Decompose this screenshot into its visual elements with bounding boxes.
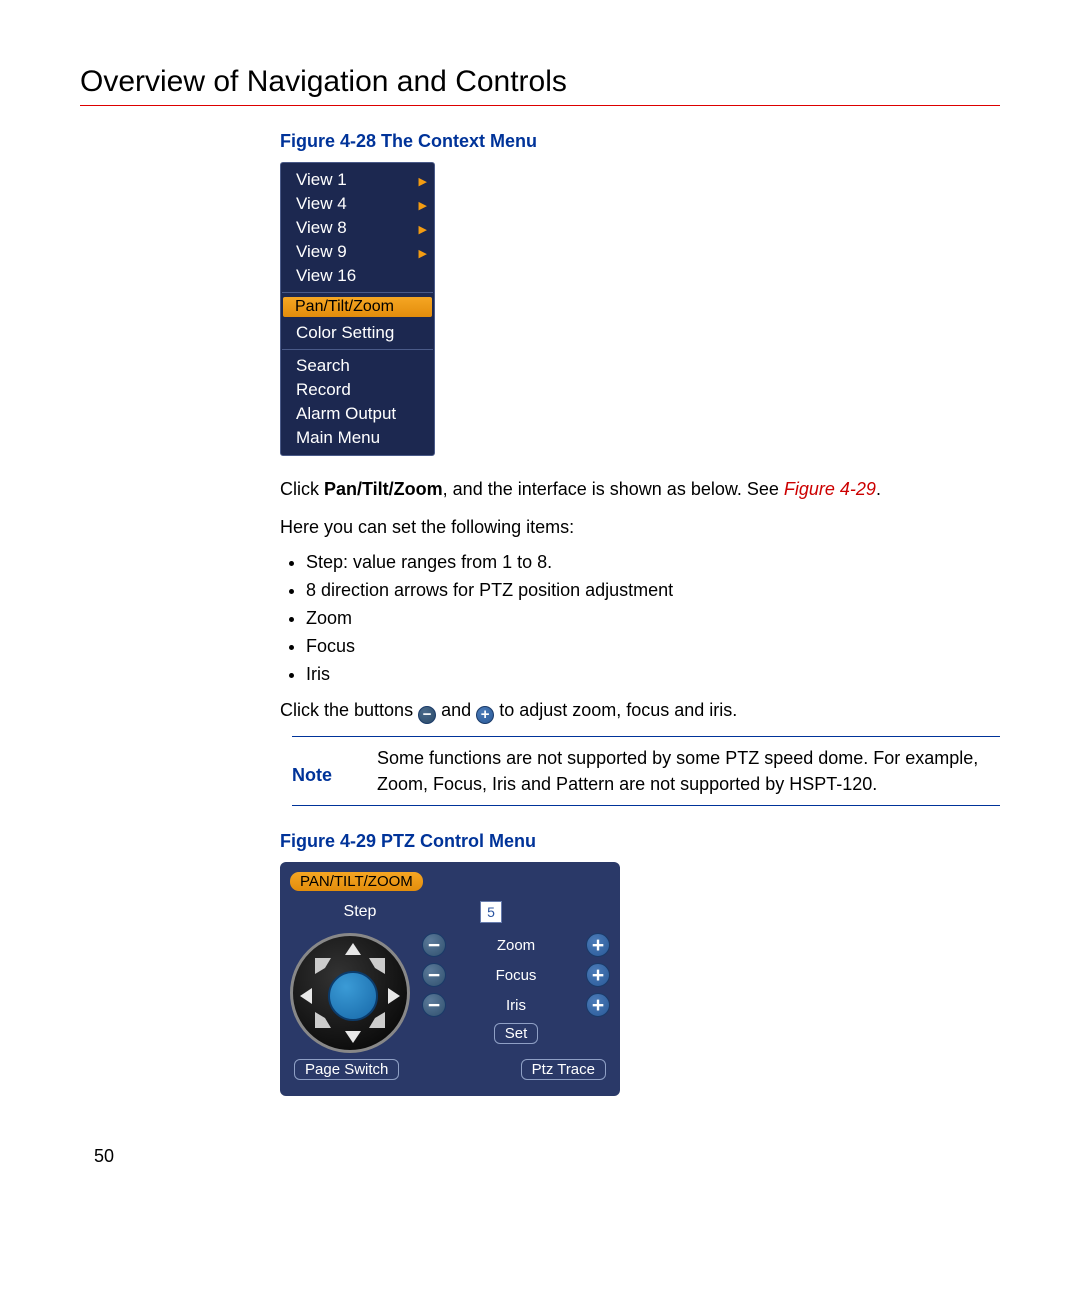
menu-item-record[interactable]: Record	[282, 378, 433, 402]
menu-item-view16[interactable]: View 16	[282, 264, 433, 288]
direction-pad	[290, 933, 410, 1053]
ptz-panel: PAN/TILT/ZOOM Step 5 − Zoom +	[280, 862, 620, 1096]
iris-label: Iris	[454, 997, 578, 1014]
arrow-right-icon[interactable]	[388, 988, 400, 1004]
submenu-arrow-icon: ▶	[419, 175, 427, 188]
submenu-arrow-icon: ▶	[419, 199, 427, 212]
arrow-down-icon[interactable]	[345, 1031, 361, 1043]
zoom-minus-button[interactable]: −	[422, 933, 446, 957]
menu-item-color-setting[interactable]: Color Setting	[282, 321, 433, 345]
bullet-arrows: 8 direction arrows for PTZ position adju…	[306, 580, 1000, 601]
menu-item-alarm-output[interactable]: Alarm Output	[282, 402, 433, 426]
dpad-center-button[interactable]	[328, 971, 378, 1021]
plus-icon: +	[476, 706, 494, 724]
menu-item-pan-tilt-zoom[interactable]: Pan/Tilt/Zoom	[283, 297, 432, 317]
bullet-zoom: Zoom	[306, 608, 1000, 629]
menu-item-view8[interactable]: View 8▶	[282, 216, 433, 240]
ptz-title: PAN/TILT/ZOOM	[290, 872, 423, 891]
title-rule	[80, 105, 1000, 106]
bullet-step: Step: value ranges from 1 to 8.	[306, 552, 1000, 573]
menu-item-view4[interactable]: View 4▶	[282, 192, 433, 216]
figure-29-caption: Figure 4-29 PTZ Control Menu	[280, 831, 1000, 852]
submenu-arrow-icon: ▶	[419, 247, 427, 260]
page-switch-button[interactable]: Page Switch	[294, 1059, 399, 1080]
iris-plus-button[interactable]: +	[586, 993, 610, 1017]
bullet-iris: Iris	[306, 664, 1000, 685]
set-button[interactable]: Set	[494, 1023, 539, 1044]
page-number: 50	[94, 1146, 1000, 1167]
figure-28-caption: Figure 4-28 The Context Menu	[280, 131, 1000, 152]
click-buttons-paragraph: Click the buttons − and + to adjust zoom…	[280, 697, 1000, 724]
submenu-arrow-icon: ▶	[419, 223, 427, 236]
arrow-down-left-icon[interactable]	[315, 1012, 331, 1028]
step-input[interactable]: 5	[480, 901, 502, 923]
focus-label: Focus	[454, 967, 578, 984]
arrow-left-icon[interactable]	[300, 988, 312, 1004]
menu-item-view1[interactable]: View 1▶	[282, 168, 433, 192]
page-title: Overview of Navigation and Controls	[80, 65, 1000, 99]
iris-minus-button[interactable]: −	[422, 993, 446, 1017]
arrow-up-icon[interactable]	[345, 943, 361, 955]
figure-29-ref[interactable]: Figure 4-29	[784, 479, 876, 499]
step-label: Step	[290, 903, 430, 921]
note-block: Note Some functions are not supported by…	[292, 736, 1000, 806]
bullet-focus: Focus	[306, 636, 1000, 657]
note-text: Some functions are not supported by some…	[377, 745, 1000, 797]
arrow-up-left-icon[interactable]	[315, 958, 331, 974]
minus-icon: −	[418, 706, 436, 724]
focus-plus-button[interactable]: +	[586, 963, 610, 987]
feature-bullets: Step: value ranges from 1 to 8. 8 direct…	[280, 552, 1000, 685]
note-label: Note	[292, 745, 377, 797]
set-intro: Here you can set the following items:	[280, 514, 1000, 540]
menu-item-main-menu[interactable]: Main Menu	[282, 426, 433, 450]
menu-item-search[interactable]: Search	[282, 354, 433, 378]
ptz-trace-button[interactable]: Ptz Trace	[521, 1059, 606, 1080]
menu-item-view9[interactable]: View 9▶	[282, 240, 433, 264]
intro-paragraph: Click Pan/Tilt/Zoom, and the interface i…	[280, 476, 1000, 502]
arrow-down-right-icon[interactable]	[369, 1012, 385, 1028]
arrow-up-right-icon[interactable]	[369, 958, 385, 974]
focus-minus-button[interactable]: −	[422, 963, 446, 987]
context-menu: View 1▶ View 4▶ View 8▶ View 9▶ View 16 …	[280, 162, 435, 456]
zoom-plus-button[interactable]: +	[586, 933, 610, 957]
zoom-label: Zoom	[454, 937, 578, 954]
